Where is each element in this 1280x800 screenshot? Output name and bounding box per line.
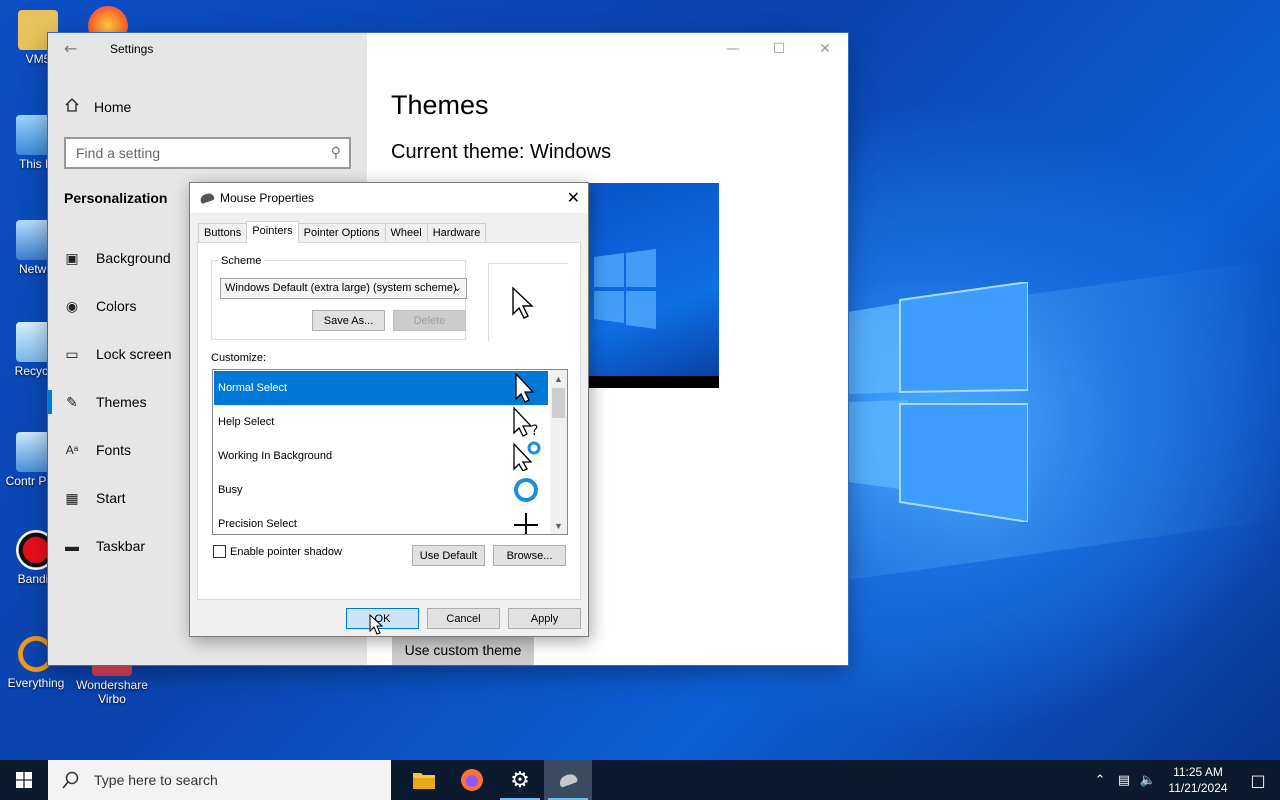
pointers-panel: Windows Default (extra large) (system sc… [197,242,581,600]
tab-wheel[interactable]: Wheel [384,223,428,243]
brush-icon: ✎ [66,393,78,410]
checkbox-box[interactable] [213,545,226,558]
firefox-icon [461,769,483,791]
section-title: Personalization [64,190,168,206]
notification-icon[interactable]: □ [1236,771,1280,790]
start-button[interactable] [0,760,48,800]
home-icon [64,97,80,116]
close-icon[interactable]: ✕ [802,33,848,65]
windows-start-icon [16,772,32,788]
help-cursor-icon: ? [513,407,538,437]
tab-hardware[interactable]: Hardware [426,223,487,243]
system-tray: ⌃ ▤ 🔈 11:25 AM 11/21/2024 □ [1088,760,1280,800]
fonts-icon: Aᵃ [65,443,79,457]
scheme-label: Scheme [218,255,265,267]
desktop: VM5 This P Netwo Recycle Contr Pane Band… [0,0,1280,760]
scroll-thumb[interactable] [552,388,565,418]
taskbar: Type here to search ⚙ ⌃ ▤ 🔈 11:25 AM 11/… [0,760,1280,800]
start-icon: ▦ [65,489,79,506]
apply-button[interactable]: Apply [508,608,581,629]
use-default-button[interactable]: Use Default [412,545,485,566]
network-icon[interactable]: ▤ [1112,773,1136,788]
cursor-row-help-select[interactable]: Help Select ? [214,405,548,439]
close-icon[interactable]: ✕ [567,188,580,208]
tab-pointers[interactable]: Pointers [246,221,299,243]
mouse-pointer-icon [369,614,384,635]
page-title: Themes [391,90,489,120]
svg-text:?: ? [531,423,538,437]
save-as-button[interactable]: Save As... [312,310,385,331]
taskbar-file-explorer[interactable] [400,760,448,800]
cancel-button[interactable]: Cancel [427,608,500,629]
arrow-cursor-icon [512,286,534,319]
windows-wallpaper-logo [848,280,1029,524]
dialog-tabs: Buttons Pointers Pointer Options Wheel H… [198,221,487,243]
chevron-up-icon[interactable]: ⌃ [1088,773,1112,788]
scroll-down-icon[interactable]: ▼ [550,517,567,534]
theme-preview-image [588,183,719,388]
theme-preview-taskbar [588,376,719,388]
cursor-row-normal-select[interactable]: Normal Select [214,371,548,405]
tab-buttons[interactable]: Buttons [198,223,248,243]
cursor-list[interactable]: Normal Select Help Select ? Working In B… [212,369,568,535]
current-theme-label: Current theme: Windows [391,141,612,163]
pointer-shadow-checkbox[interactable]: Enable pointer shadow [213,545,342,558]
taskbar-icon: ▬ [65,538,79,554]
volume-muted-icon[interactable]: 🔈 [1136,773,1160,788]
maximize-icon[interactable]: ☐ [756,33,802,65]
arrow-cursor-icon [515,373,535,403]
tab-pointer-options[interactable]: Pointer Options [297,223,386,243]
caption-buttons: — ☐ ✕ [710,33,848,65]
clock[interactable]: 11:25 AM 11/21/2024 [1160,764,1236,796]
cursor-row-precision-select[interactable]: Precision Select [214,507,548,534]
dialog-titlebar[interactable]: Mouse Properties ✕ [190,183,588,213]
gear-icon: ⚙ [510,767,530,793]
cursor-list-scrollbar[interactable]: ▲ ▼ [550,370,567,534]
delete-button[interactable]: Delete [393,310,466,331]
search-icon: ⚲ [330,144,341,160]
use-custom-theme-button[interactable]: Use custom theme [392,635,534,665]
scheme-dropdown[interactable]: Windows Default (extra large) (system sc… [220,278,467,299]
mouse-properties-dialog: Mouse Properties ✕ Buttons Pointers Poin… [189,182,589,637]
search-icon [62,771,79,789]
folder-icon [413,773,435,789]
taskbar-firefox[interactable] [448,760,496,800]
window-title: Settings [110,42,154,56]
mouse-icon [199,191,215,205]
taskbar-mouse-properties[interactable] [544,760,592,800]
find-setting-input[interactable]: Find a setting ⚲ [64,137,351,169]
taskbar-settings[interactable]: ⚙ [496,760,544,800]
lock-screen-icon: ▭ [65,345,79,362]
customize-label: Customize: [211,352,267,364]
image-icon: ▣ [65,249,79,266]
cursor-row-working-in-background[interactable]: Working In Background [214,439,548,473]
taskbar-search-box[interactable]: Type here to search [48,760,391,800]
back-arrow-icon[interactable]: ← [64,39,77,58]
browse-button[interactable]: Browse... [493,545,566,566]
busy-cursor-icon [514,478,538,502]
cursor-row-busy[interactable]: Busy [214,473,548,507]
nav-home[interactable]: Home [64,97,131,116]
chevron-down-icon: ⌄ [452,282,462,294]
pointer-preview [488,263,568,341]
working-cursor-icon [513,441,541,471]
crosshair-cursor-icon [514,513,538,534]
mouse-icon [557,772,579,788]
scheme-group: Windows Default (extra large) (system sc… [211,260,467,340]
scroll-up-icon[interactable]: ▲ [550,370,567,387]
palette-icon: ◉ [65,297,79,314]
minimize-icon[interactable]: — [710,33,756,65]
